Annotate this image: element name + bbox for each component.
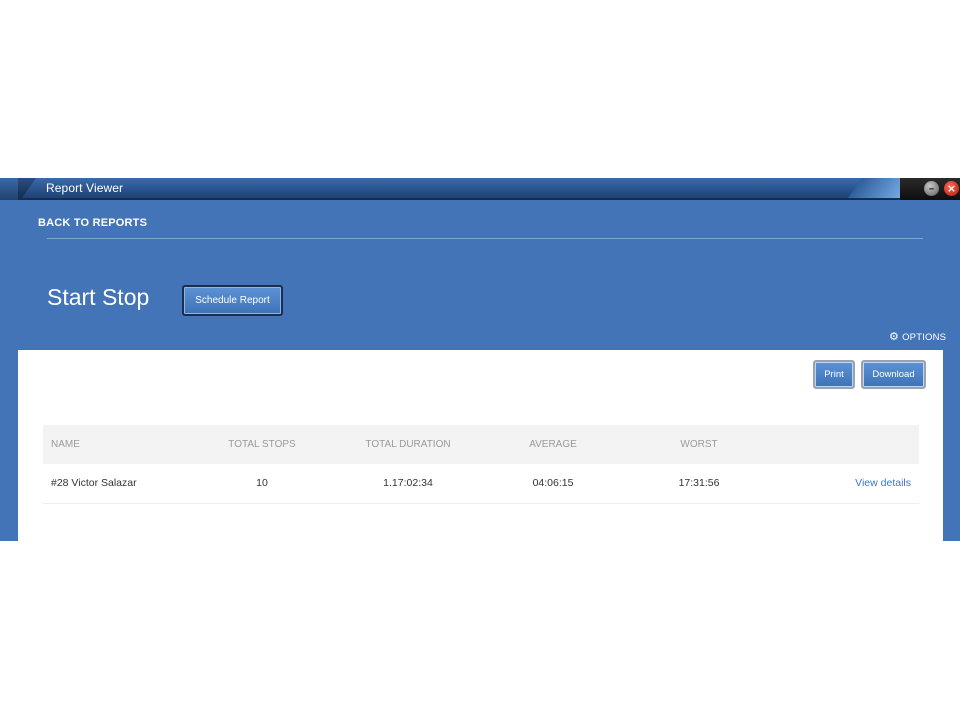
- schedule-report-button[interactable]: Schedule Report: [182, 285, 283, 316]
- report-panel: Print Download NAME TOTAL STOPS TOTAL DU…: [18, 350, 943, 541]
- column-header-worst[interactable]: WORST: [659, 425, 739, 464]
- report-table: NAME TOTAL STOPS TOTAL DURATION AVERAGE …: [43, 425, 919, 504]
- table-row: #28 Victor Salazar 10 1.17:02:34 04:06:1…: [43, 464, 919, 504]
- minimize-button[interactable]: –: [924, 181, 939, 196]
- close-icon: ×: [946, 182, 957, 195]
- cell-average: 04:06:15: [532, 477, 574, 489]
- window-title: Report Viewer: [46, 181, 124, 195]
- cell-total-stops: 10: [256, 477, 268, 489]
- minimize-icon: –: [928, 182, 935, 195]
- cell-worst: 17:31:56: [678, 477, 720, 489]
- column-header-total-stops[interactable]: TOTAL STOPS: [221, 425, 303, 464]
- back-to-reports-link[interactable]: BACK TO REPORTS: [38, 217, 147, 229]
- title-bar[interactable]: Report Viewer – ×: [0, 178, 960, 200]
- cell-total-duration: 1.17:02:34: [383, 477, 433, 489]
- gear-icon: ⚙: [889, 330, 900, 343]
- close-button[interactable]: ×: [944, 181, 959, 196]
- title-bar-left-cap: [0, 178, 18, 200]
- report-viewer-window: Report Viewer – × BACK TO REPORTS Start …: [0, 178, 960, 541]
- page-title: Start Stop: [47, 284, 150, 310]
- download-button[interactable]: Download: [861, 360, 926, 389]
- column-header-total-duration[interactable]: TOTAL DURATION: [357, 425, 459, 464]
- cell-name: #28 Victor Salazar: [51, 477, 137, 489]
- options-label: OPTIONS: [902, 332, 947, 343]
- title-bar-tab: [22, 178, 879, 198]
- print-button[interactable]: Print: [813, 360, 855, 389]
- column-header-name[interactable]: NAME: [51, 425, 80, 464]
- column-header-average[interactable]: AVERAGE: [513, 425, 593, 464]
- view-details-link[interactable]: View details: [855, 464, 911, 503]
- options-menu[interactable]: ⚙ OPTIONS: [889, 330, 946, 343]
- header-divider: [47, 238, 923, 239]
- table-header-row: NAME TOTAL STOPS TOTAL DURATION AVERAGE …: [43, 425, 919, 464]
